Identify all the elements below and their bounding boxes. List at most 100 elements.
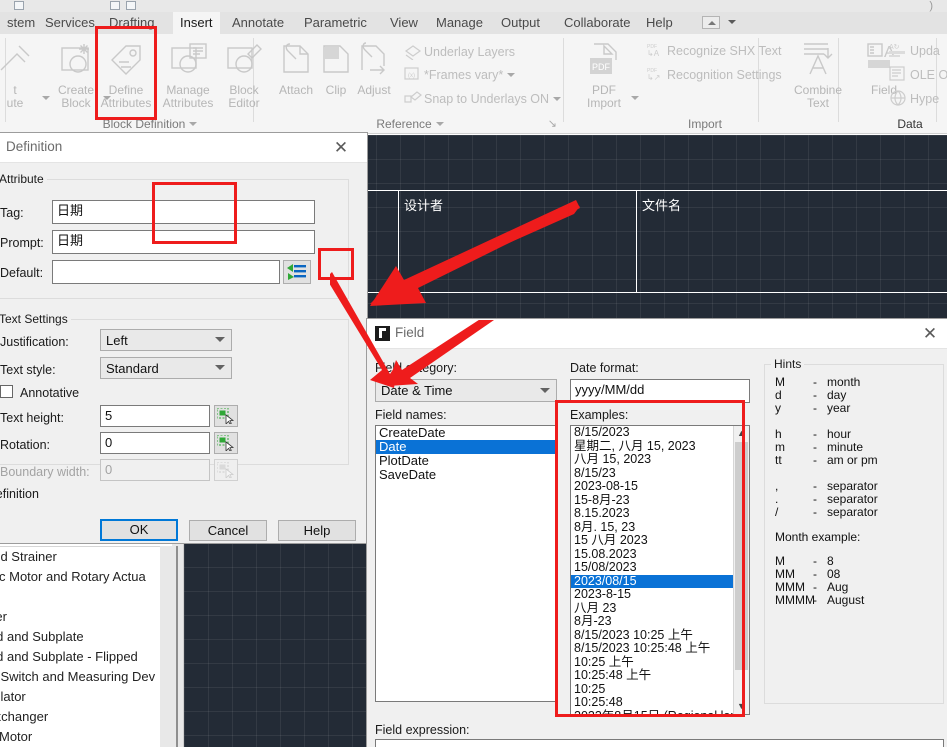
list-item[interactable]: 八月 15, 2023 xyxy=(571,452,733,467)
ribbon-tab-help[interactable]: Help xyxy=(639,12,680,34)
default-input[interactable] xyxy=(52,260,280,284)
ole-object-button[interactable]: OLE O xyxy=(888,65,947,85)
text-height-input[interactable]: 5 xyxy=(100,405,210,427)
field-dialog[interactable]: Field ✕ Field category: Date & Time Fiel… xyxy=(366,318,947,747)
list-item[interactable]: ulic Motor and Rotary Actua xyxy=(0,567,172,587)
list-item[interactable]: e, Switch and Measuring Dev xyxy=(0,667,172,687)
list-item[interactable]: 8/15/2023 10:25:48 上午 xyxy=(571,641,733,656)
manage-attributes-button[interactable]: Manage Attributes xyxy=(157,38,219,110)
list-item[interactable]: 15/08/2023 xyxy=(571,560,733,575)
list-item[interactable]: nulator xyxy=(0,687,172,707)
field-dialog-titlebar[interactable]: Field ✕ xyxy=(367,319,947,349)
adjust-button[interactable]: Adjust xyxy=(343,38,405,97)
ribbon-tab-annotate[interactable]: Annotate xyxy=(225,12,291,34)
pick-text-height-button[interactable] xyxy=(214,405,238,427)
list-item[interactable]: Date xyxy=(376,440,556,454)
ribbon-tab-services[interactable]: Services xyxy=(38,12,102,34)
examples-listbox[interactable]: 8/15/2023 星期二, 八月 15, 2023 八月 15, 2023 8/15… xyxy=(570,425,750,715)
ribbon-tab-drafting[interactable]: Drafting xyxy=(102,12,162,34)
update-fields-button[interactable]: A↻ Upda xyxy=(888,41,940,61)
insert-button[interactable]: t ute xyxy=(0,38,50,110)
ribbon-tab-collaborate[interactable]: Collaborate xyxy=(557,12,638,34)
chevron-down-icon[interactable] xyxy=(435,122,444,126)
list-item[interactable]: 8/15/2023 10:25 上午 xyxy=(571,628,733,643)
list-item[interactable]: 10:25:48 上午 xyxy=(571,668,733,683)
tool-palette-scrollbar[interactable] xyxy=(160,546,172,747)
justification-select[interactable]: Left xyxy=(100,329,232,351)
list-item[interactable]: 15.08.2023 xyxy=(571,547,733,562)
list-item[interactable]: and Strainer xyxy=(0,547,172,567)
scroll-down-icon[interactable]: ▼ xyxy=(734,699,749,714)
list-item[interactable]: 2023年8月15日 (Regional long d xyxy=(571,709,749,714)
ribbon-tab-output[interactable]: Output xyxy=(494,12,547,34)
text-style-select[interactable]: Standard xyxy=(100,357,232,379)
list-item[interactable]: 2023-08-15 xyxy=(571,479,733,494)
prompt-input[interactable]: 日期 xyxy=(52,230,315,254)
attribute-dialog-close-icon[interactable]: ✕ xyxy=(321,133,361,163)
examples-scroll-thumb[interactable] xyxy=(735,442,748,670)
ribbon-overflow-icon[interactable] xyxy=(702,16,720,29)
cancel-button[interactable]: Cancel xyxy=(189,520,267,541)
pdf-import-button[interactable]: PDF PDF Import xyxy=(573,38,639,110)
date-format-input[interactable]: yyyy/MM/dd xyxy=(570,379,750,403)
frames-vary-button[interactable]: (x) *Frames vary* xyxy=(402,65,516,85)
annotative-checkbox[interactable] xyxy=(0,385,13,398)
ribbon-tab-view[interactable]: View xyxy=(383,12,425,34)
list-item[interactable]: old and Subplate xyxy=(0,627,172,647)
field-category-select[interactable]: Date & Time xyxy=(375,379,557,402)
list-item[interactable]: PlotDate xyxy=(376,454,556,468)
list-item[interactable]: old and Subplate - Flipped xyxy=(0,647,172,667)
list-item[interactable]: 8月. 15, 23 xyxy=(571,520,733,535)
attribute-definition-dialog[interactable]: Definition ✕ on es -screen Attribute Tag… xyxy=(0,132,368,544)
list-item[interactable]: 8.15.2023 xyxy=(571,506,733,521)
combine-text-button[interactable]: Combine Text xyxy=(787,38,849,110)
list-item[interactable]: 2023-8-15 xyxy=(571,587,733,602)
ok-button[interactable]: OK xyxy=(100,519,178,541)
recognize-shx-text-button[interactable]: PDF ↳A Recognize SHX Text xyxy=(645,41,781,61)
chevron-down-icon[interactable] xyxy=(507,73,516,77)
qat-icon-a[interactable] xyxy=(110,1,120,10)
snap-to-underlays-button[interactable]: Snap to Underlays ON xyxy=(402,89,562,109)
list-item[interactable]: 8月-23 xyxy=(571,614,733,629)
list-item[interactable]: ic Motor xyxy=(0,727,172,747)
list-item[interactable]: 8/15/2023 xyxy=(571,426,733,440)
ribbon-tab-manage[interactable]: Manage xyxy=(429,12,490,34)
list-item[interactable]: 15-8月-23 xyxy=(571,493,733,508)
insert-field-button[interactable] xyxy=(283,260,311,284)
list-item[interactable]: CreateDate xyxy=(376,426,556,440)
recognition-settings-button[interactable]: PDF ↳↗ Recognition Settings xyxy=(645,65,782,85)
qat-icon-b[interactable] xyxy=(126,1,136,10)
list-item[interactable]: 8/15/23 xyxy=(571,466,733,481)
tag-input[interactable]: 日期 xyxy=(52,200,315,224)
chevron-down-icon[interactable] xyxy=(553,97,562,101)
list-item[interactable]: 10:25 xyxy=(571,682,733,697)
list-item[interactable]: 10:25:48 xyxy=(571,695,733,710)
help-button[interactable]: Help xyxy=(278,520,356,541)
ribbon-tab-parametric[interactable]: Parametric xyxy=(297,12,374,34)
ribbon-tab-stem[interactable]: stem xyxy=(0,12,42,34)
underlay-layers-button[interactable]: Underlay Layers xyxy=(402,42,515,62)
list-item[interactable]: SaveDate xyxy=(376,468,556,482)
list-item[interactable]: 2023/08/15 xyxy=(571,574,733,588)
list-item[interactable]: 15 八月 2023 xyxy=(571,533,733,548)
list-item[interactable]: er xyxy=(0,587,172,607)
rotation-input[interactable]: 0 xyxy=(100,432,210,454)
examples-scrollbar[interactable]: ▲ ▼ xyxy=(733,426,749,714)
align-below-previous-label[interactable]: w previous attribute definition xyxy=(0,487,39,501)
reference-dialog-launcher-icon[interactable]: ↘ xyxy=(548,117,557,130)
hyperlink-button[interactable]: Hype xyxy=(888,89,939,109)
define-attributes-button[interactable]: Define Attributes xyxy=(95,38,157,110)
pick-rotation-button[interactable] xyxy=(214,432,238,454)
app-menu-icon[interactable] xyxy=(14,1,24,10)
list-item[interactable]: 10:25 上午 xyxy=(571,655,733,670)
field-names-listbox[interactable]: CreateDate Date PlotDate SaveDate xyxy=(375,425,557,702)
attribute-dialog-titlebar[interactable]: Definition ✕ xyxy=(0,133,367,163)
list-item[interactable]: Exchanger xyxy=(0,707,172,727)
field-expression-input[interactable] xyxy=(375,739,944,747)
list-item[interactable]: 星期二, 八月 15, 2023 xyxy=(571,439,733,454)
list-item[interactable]: 八月 23 xyxy=(571,601,733,616)
chevron-down-icon[interactable] xyxy=(189,122,198,126)
field-dialog-close-icon[interactable]: ✕ xyxy=(910,319,947,349)
ribbon-overflow-caret-icon[interactable] xyxy=(728,20,736,24)
list-item[interactable]: ifier xyxy=(0,607,172,627)
